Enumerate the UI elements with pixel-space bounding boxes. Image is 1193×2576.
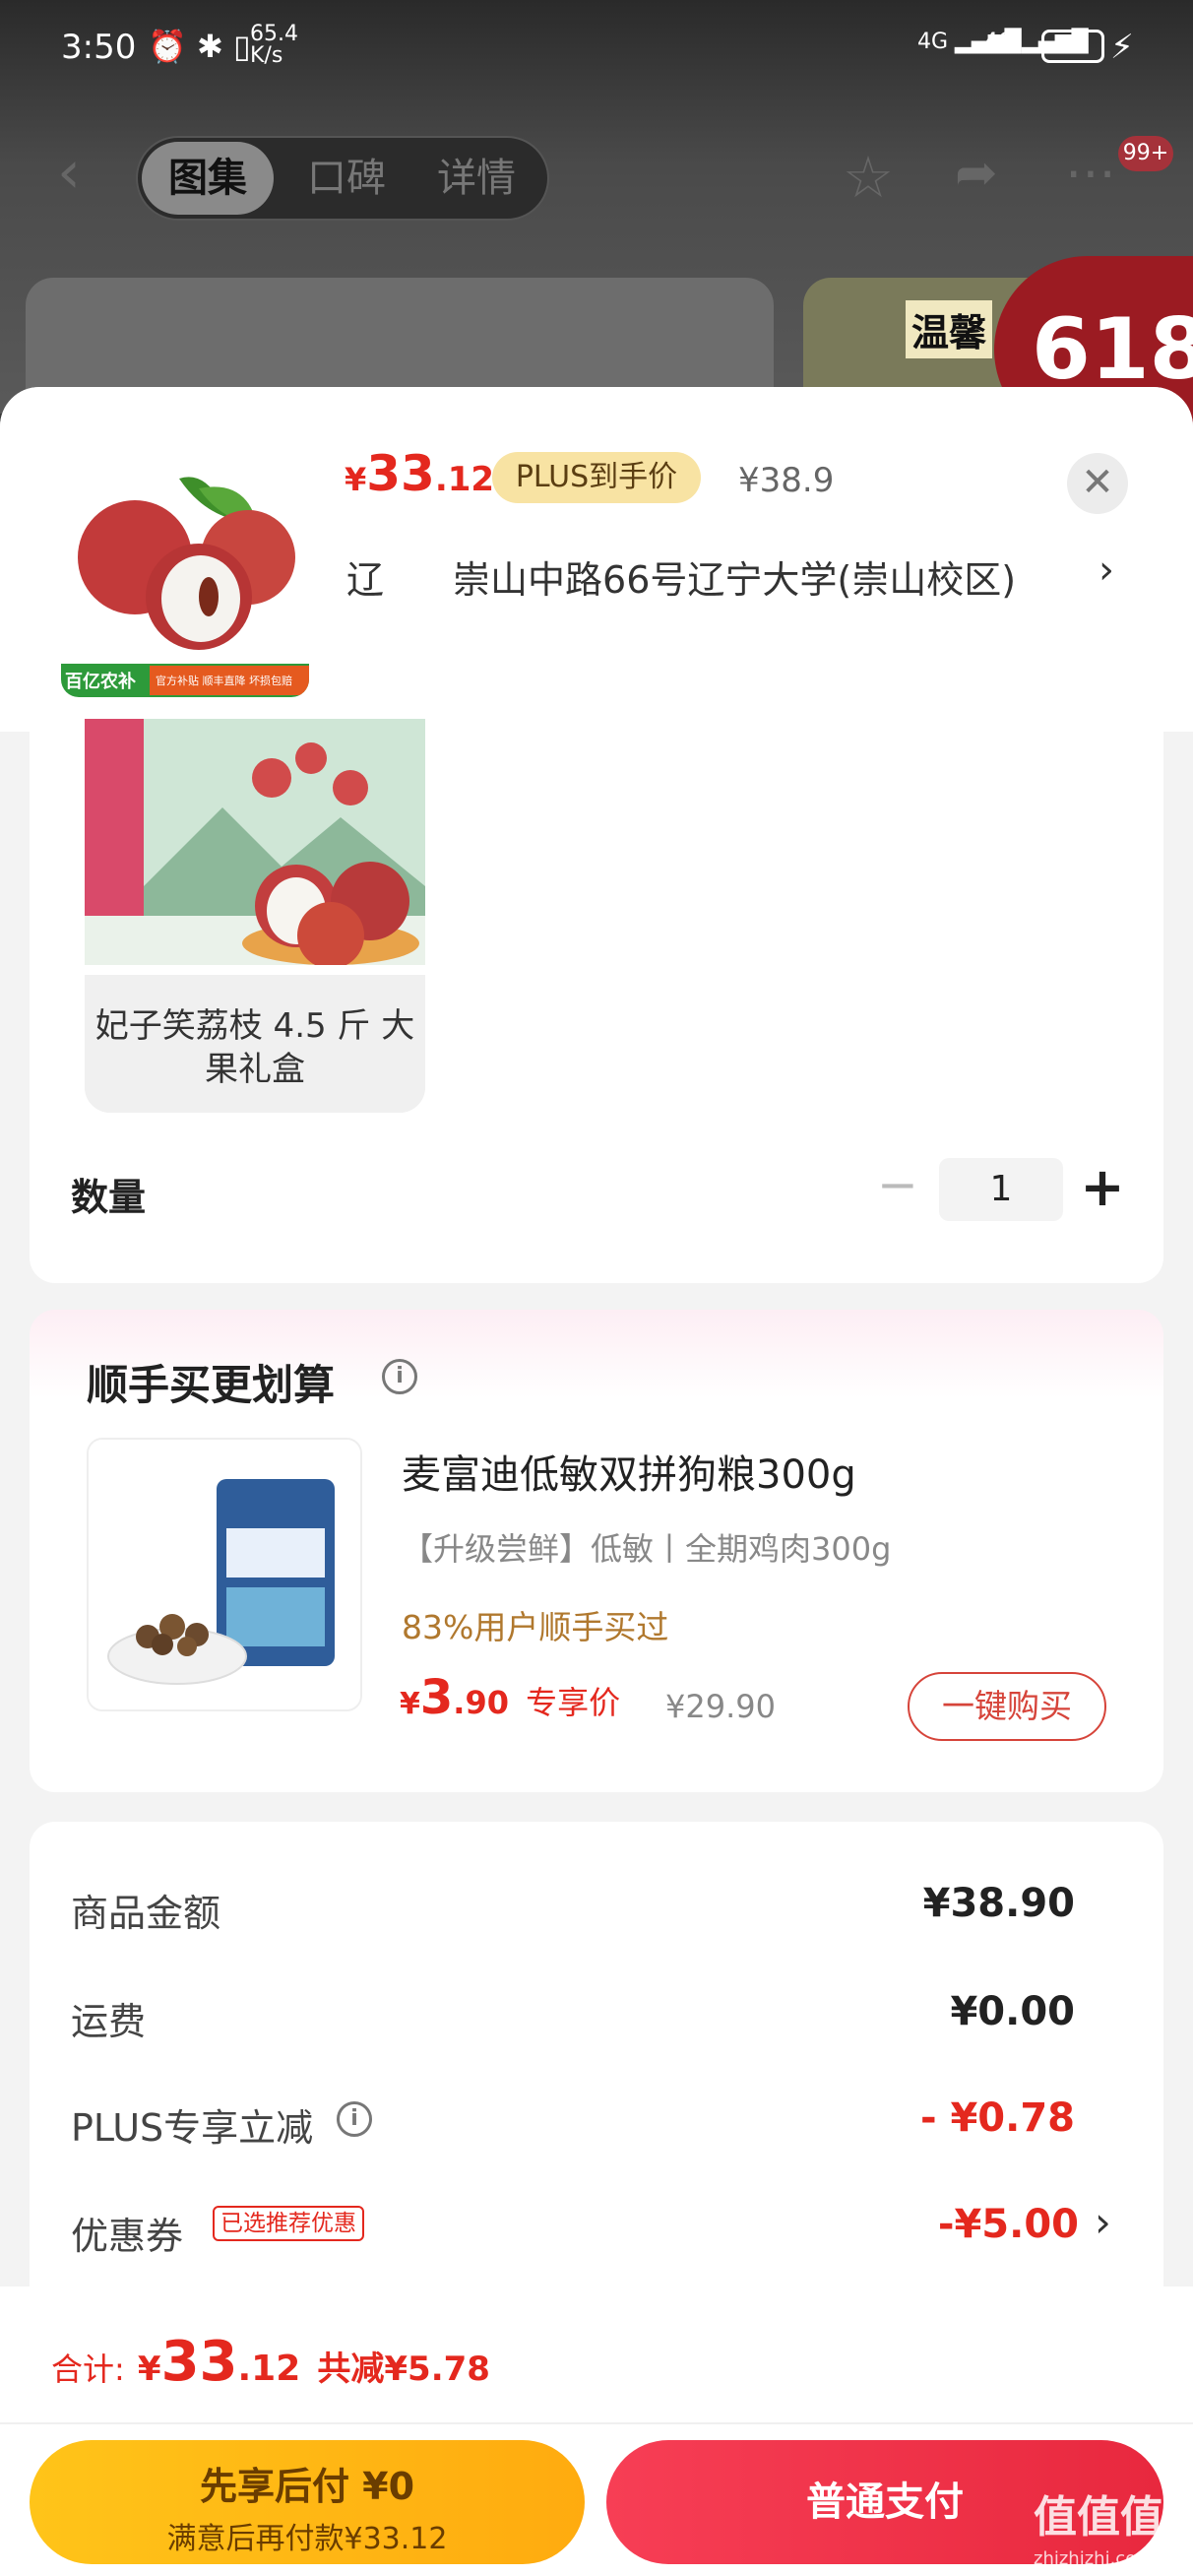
spec-option-gift-box[interactable]: 妃子笑荔枝 4.5 斤 大果礼盒 <box>85 719 425 1113</box>
pay-later-subtitle: 满意后再付款¥33.12 <box>166 2522 448 2556</box>
net-speed-value: 65.4 <box>250 22 298 46</box>
product-thumbnail: 百亿农补 官方补贴 顺丰直降 坏损包赔 <box>61 449 309 697</box>
upsell-price-dec: .90 <box>453 1684 509 1721</box>
plus-info-icon[interactable]: i <box>337 2101 372 2137</box>
back-icon[interactable]: ‹ <box>57 138 81 207</box>
pay-later-button[interactable]: 先享后付 ¥0 满意后再付款¥33.12 <box>30 2440 585 2564</box>
upsell-price-tag: 专享价 <box>526 1684 621 1721</box>
upsell-product-image[interactable] <box>87 1438 362 1711</box>
info-icon[interactable]: i <box>382 1359 417 1394</box>
star-icon[interactable]: ☆ <box>843 144 894 211</box>
plus-discount-label: PLUS专享立减 <box>71 2106 314 2150</box>
shipping-value: ¥0.00 <box>950 1989 1075 2034</box>
status-icons: ⏰ ✱ ▯ <box>148 28 251 65</box>
upsell-price: ¥3.90 专享价 <box>400 1670 620 1725</box>
address-province: 辽 <box>346 558 385 602</box>
plus-discount-value: - ¥0.78 <box>919 2095 1075 2141</box>
coupon-label: 优惠券 <box>71 2215 184 2258</box>
price-symbol: ¥ <box>345 461 367 498</box>
address-text: 崇山中路66号辽宁大学(崇山校区) <box>453 558 1017 602</box>
upsell-bought-rate: 83%用户顺手买过 <box>402 1608 669 1646</box>
quantity-increase-button[interactable]: + <box>1079 1158 1126 1221</box>
total-amount: 合计: ¥33.12 共减¥5.78 <box>51 2330 490 2394</box>
product-price: ¥33.12 <box>345 445 494 502</box>
shipping-label: 运费 <box>71 2000 147 2043</box>
goods-amount-value: ¥38.90 <box>922 1881 1075 1926</box>
network-type-1: 4G <box>917 30 949 54</box>
goods-amount-label: 商品金额 <box>71 1892 221 1935</box>
tab-reviews[interactable]: 口碑 <box>307 138 386 219</box>
quantity-input[interactable]: 1 <box>939 1158 1063 1221</box>
top-tabs: 图集 口碑 详情 <box>136 136 549 221</box>
quantity-label: 数量 <box>71 1176 147 1219</box>
total-dec: .12 <box>237 2349 301 2389</box>
total-symbol: ¥ <box>137 2350 161 2389</box>
coupon-recommended-tag: 已选推荐优惠 <box>213 2206 364 2241</box>
battery-level: 46 <box>1059 33 1087 58</box>
close-icon[interactable]: ✕ <box>1067 453 1128 514</box>
share-icon[interactable]: ➦ <box>955 144 998 203</box>
price-int: 33 <box>366 445 435 502</box>
pay-later-title: 先享后付 ¥0 <box>199 2465 415 2508</box>
spec-name: 妃子笑荔枝 4.5 斤 大果礼盒 <box>94 1006 415 1089</box>
dog-food-image <box>89 1440 360 1709</box>
tab-details[interactable]: 详情 <box>437 138 516 219</box>
upsell-price-symbol: ¥ <box>400 1687 420 1721</box>
chevron-right-icon: › <box>1099 547 1114 593</box>
promo-text: 温馨 <box>906 300 993 358</box>
tab-gallery[interactable]: 图集 <box>142 142 274 215</box>
coupon-value[interactable]: -¥5.00 <box>938 2202 1079 2247</box>
total-int: 33 <box>160 2330 238 2394</box>
status-time: 3:50 <box>61 28 137 67</box>
gift-box-image <box>85 719 425 975</box>
original-price: ¥38.9 <box>738 461 835 500</box>
coupon-chevron-icon[interactable]: › <box>1095 2198 1111 2246</box>
watermark: 值值值 <box>1034 2492 1163 2543</box>
battery-icon: 46 <box>1041 30 1104 63</box>
upsell-product-name[interactable]: 麦富迪低敏双拼狗粮300g <box>402 1443 856 1500</box>
upsell-title: 顺手买更划算 <box>87 1361 336 1409</box>
plus-price-tag: PLUS到手价 <box>492 452 701 503</box>
image-badge: 百亿农补 <box>65 672 136 692</box>
upsell-original-price: ¥29.90 <box>665 1688 776 1725</box>
net-speed: 65.4 K/s <box>250 24 298 67</box>
net-speed-unit: K/s <box>250 43 283 68</box>
charging-icon: ⚡ <box>1110 28 1134 67</box>
more-icon[interactable]: ⋯ <box>1065 144 1116 203</box>
address-selector[interactable]: 辽 崇山中路66号辽宁大学(崇山校区) <box>346 549 1016 604</box>
one-click-buy-button[interactable]: 一键购买 <box>908 1672 1106 1741</box>
total-label: 合计: <box>51 2351 125 2388</box>
price-dec: .12 <box>434 460 495 499</box>
watermark-domain: zhizhizhi.com <box>1034 2548 1154 2569</box>
image-badge-2: 官方补贴 顺丰直降 坏损包赔 <box>156 675 292 687</box>
message-badge: 99+ <box>1118 136 1173 171</box>
upsell-price-int: 3 <box>419 1670 454 1725</box>
lychee-image <box>61 449 309 697</box>
upsell-product-subtitle: 【升级尝鲜】低敏丨全期鸡肉300g <box>402 1530 892 1568</box>
total-saved: 共减¥5.78 <box>317 2350 490 2389</box>
network-type-2: 4G <box>984 30 1016 54</box>
quantity-decrease-button[interactable]: − <box>874 1160 921 1209</box>
